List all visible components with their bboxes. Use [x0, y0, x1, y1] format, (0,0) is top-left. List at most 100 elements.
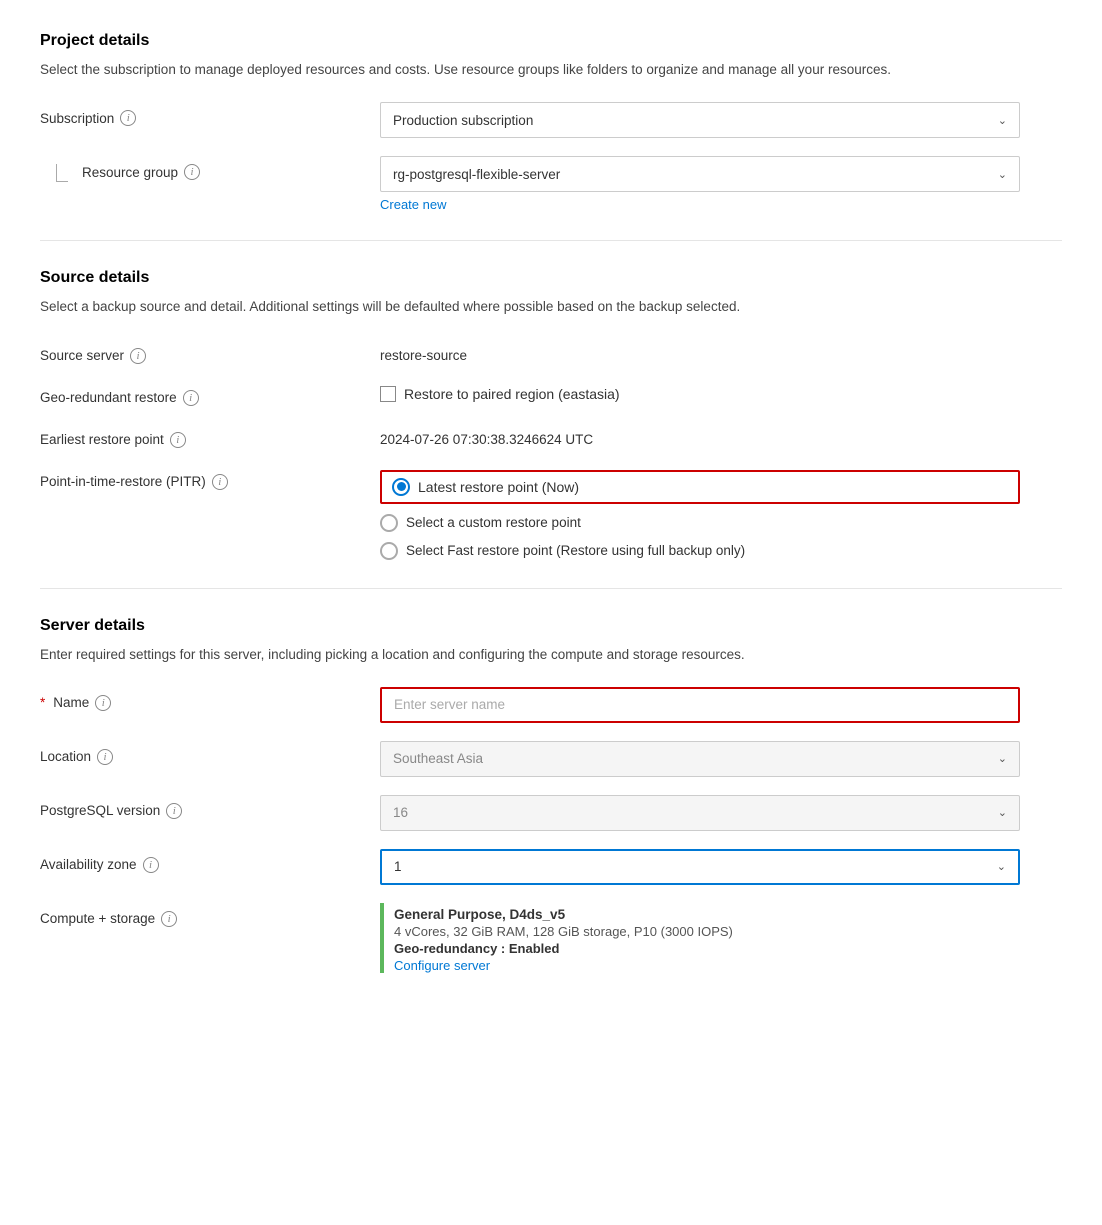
indent-connector: [56, 164, 76, 180]
availability-label-container: Availability zone i: [40, 849, 380, 873]
pitr-radio-group: Latest restore point (Now) Select a cust…: [380, 466, 1020, 560]
availability-value: 1: [394, 859, 402, 874]
availability-label: Availability zone: [40, 857, 137, 872]
postgresql-info-icon[interactable]: i: [166, 803, 182, 819]
postgresql-label-container: PostgreSQL version i: [40, 795, 380, 819]
server-details-section: Server details Enter required settings f…: [40, 617, 1062, 973]
availability-chevron-icon: ⌄: [997, 860, 1006, 873]
subscription-row: Subscription i Production subscription ⌄: [40, 102, 1062, 138]
resource-group-info-icon[interactable]: i: [184, 164, 200, 180]
earliest-restore-label: Earliest restore point: [40, 432, 164, 447]
resource-group-label: Resource group: [82, 165, 178, 180]
compute-label-container: Compute + storage i: [40, 903, 380, 927]
pitr-control: Latest restore point (Now) Select a cust…: [380, 466, 1020, 560]
resource-group-control: rg-postgresql-flexible-server ⌄ Create n…: [380, 156, 1020, 212]
project-details-title: Project details: [40, 32, 1062, 50]
pitr-radio-latest[interactable]: [392, 478, 410, 496]
pitr-info-icon[interactable]: i: [212, 474, 228, 490]
subscription-info-icon[interactable]: i: [120, 110, 136, 126]
location-value: Southeast Asia: [393, 751, 483, 766]
postgresql-version-row: PostgreSQL version i 16 ⌄: [40, 795, 1062, 831]
availability-select[interactable]: 1 ⌄: [380, 849, 1020, 885]
location-label-container: Location i: [40, 741, 380, 765]
earliest-restore-value: 2024-07-26 07:30:38.3246624 UTC: [380, 424, 1020, 447]
resource-group-chevron-icon: ⌄: [998, 168, 1007, 181]
pitr-option-fast[interactable]: Select Fast restore point (Restore using…: [380, 542, 1020, 560]
pitr-label: Point-in-time-restore (PITR): [40, 474, 206, 489]
server-name-control: [380, 687, 1020, 723]
source-server-label-container: Source server i: [40, 340, 380, 364]
postgresql-select[interactable]: 16 ⌄: [380, 795, 1020, 831]
compute-storage-block: General Purpose, D4ds_v5 4 vCores, 32 Gi…: [380, 903, 1020, 973]
subscription-label-container: Subscription i: [40, 102, 380, 126]
compute-info-icon[interactable]: i: [161, 911, 177, 927]
availability-control: 1 ⌄: [380, 849, 1020, 885]
earliest-restore-label-container: Earliest restore point i: [40, 424, 380, 448]
geo-redundant-label: Geo-redundant restore: [40, 390, 177, 405]
server-name-label: Name: [53, 695, 89, 710]
resource-group-label-container: Resource group i: [40, 156, 380, 180]
geo-redundant-control: Restore to paired region (eastasia): [380, 382, 1020, 402]
postgresql-label: PostgreSQL version: [40, 803, 160, 818]
location-row: Location i Southeast Asia ⌄: [40, 741, 1062, 777]
resource-group-row: Resource group i rg-postgresql-flexible-…: [40, 156, 1062, 212]
divider-1: [40, 240, 1062, 241]
resource-group-select[interactable]: rg-postgresql-flexible-server ⌄: [380, 156, 1020, 192]
pitr-option-fast-label: Select Fast restore point (Restore using…: [406, 543, 745, 558]
source-server-control: restore-source: [380, 340, 1020, 363]
subscription-label: Subscription: [40, 111, 114, 126]
pitr-option-latest-label: Latest restore point (Now): [418, 479, 579, 495]
divider-2: [40, 588, 1062, 589]
earliest-restore-control: 2024-07-26 07:30:38.3246624 UTC: [380, 424, 1020, 447]
subscription-select[interactable]: Production subscription ⌄: [380, 102, 1020, 138]
server-details-desc: Enter required settings for this server,…: [40, 645, 1062, 665]
geo-redundant-checkbox[interactable]: [380, 386, 396, 402]
postgresql-chevron-icon: ⌄: [998, 806, 1007, 819]
source-server-label: Source server: [40, 348, 124, 363]
pitr-radio-custom[interactable]: [380, 514, 398, 532]
subscription-value: Production subscription: [393, 113, 533, 128]
geo-redundant-checkbox-label: Restore to paired region (eastasia): [404, 386, 620, 402]
compute-desc: 4 vCores, 32 GiB RAM, 128 GiB storage, P…: [394, 924, 1020, 939]
compute-control: General Purpose, D4ds_v5 4 vCores, 32 Gi…: [380, 903, 1020, 973]
earliest-restore-info-icon[interactable]: i: [170, 432, 186, 448]
source-server-info-icon[interactable]: i: [130, 348, 146, 364]
server-name-info-icon[interactable]: i: [95, 695, 111, 711]
earliest-restore-row: Earliest restore point i 2024-07-26 07:3…: [40, 424, 1062, 448]
compute-label: Compute + storage: [40, 911, 155, 926]
pitr-radio-fast[interactable]: [380, 542, 398, 560]
pitr-label-container: Point-in-time-restore (PITR) i: [40, 466, 380, 490]
source-details-desc: Select a backup source and detail. Addit…: [40, 297, 1062, 317]
configure-server-link[interactable]: Configure server: [394, 958, 490, 973]
resource-group-value: rg-postgresql-flexible-server: [393, 167, 560, 182]
location-control: Southeast Asia ⌄: [380, 741, 1020, 777]
source-details-title: Source details: [40, 269, 1062, 287]
server-name-input[interactable]: [380, 687, 1020, 723]
postgresql-value: 16: [393, 805, 408, 820]
compute-geo: Geo-redundancy : Enabled: [394, 941, 1020, 956]
compute-storage-row: Compute + storage i General Purpose, D4d…: [40, 903, 1062, 973]
availability-info-icon[interactable]: i: [143, 857, 159, 873]
project-details-section: Project details Select the subscription …: [40, 32, 1062, 212]
required-asterisk: *: [40, 695, 45, 710]
location-info-icon[interactable]: i: [97, 749, 113, 765]
pitr-option-custom-label: Select a custom restore point: [406, 515, 581, 530]
server-name-label-container: * Name i: [40, 687, 380, 711]
availability-zone-row: Availability zone i 1 ⌄: [40, 849, 1062, 885]
postgresql-control: 16 ⌄: [380, 795, 1020, 831]
source-details-section: Source details Select a backup source an…: [40, 269, 1062, 559]
pitr-row: Point-in-time-restore (PITR) i Latest re…: [40, 466, 1062, 560]
project-details-desc: Select the subscription to manage deploy…: [40, 60, 1062, 80]
location-select[interactable]: Southeast Asia ⌄: [380, 741, 1020, 777]
source-server-value: restore-source: [380, 340, 1020, 363]
pitr-option-latest[interactable]: Latest restore point (Now): [380, 470, 1020, 504]
source-server-row: Source server i restore-source: [40, 340, 1062, 364]
geo-redundant-row: Geo-redundant restore i Restore to paire…: [40, 382, 1062, 406]
create-new-link[interactable]: Create new: [380, 197, 446, 212]
l-shape-icon: [56, 164, 68, 182]
server-details-title: Server details: [40, 617, 1062, 635]
pitr-option-custom[interactable]: Select a custom restore point: [380, 514, 1020, 532]
compute-title: General Purpose, D4ds_v5: [394, 907, 1020, 922]
geo-redundant-info-icon[interactable]: i: [183, 390, 199, 406]
subscription-control: Production subscription ⌄: [380, 102, 1020, 138]
